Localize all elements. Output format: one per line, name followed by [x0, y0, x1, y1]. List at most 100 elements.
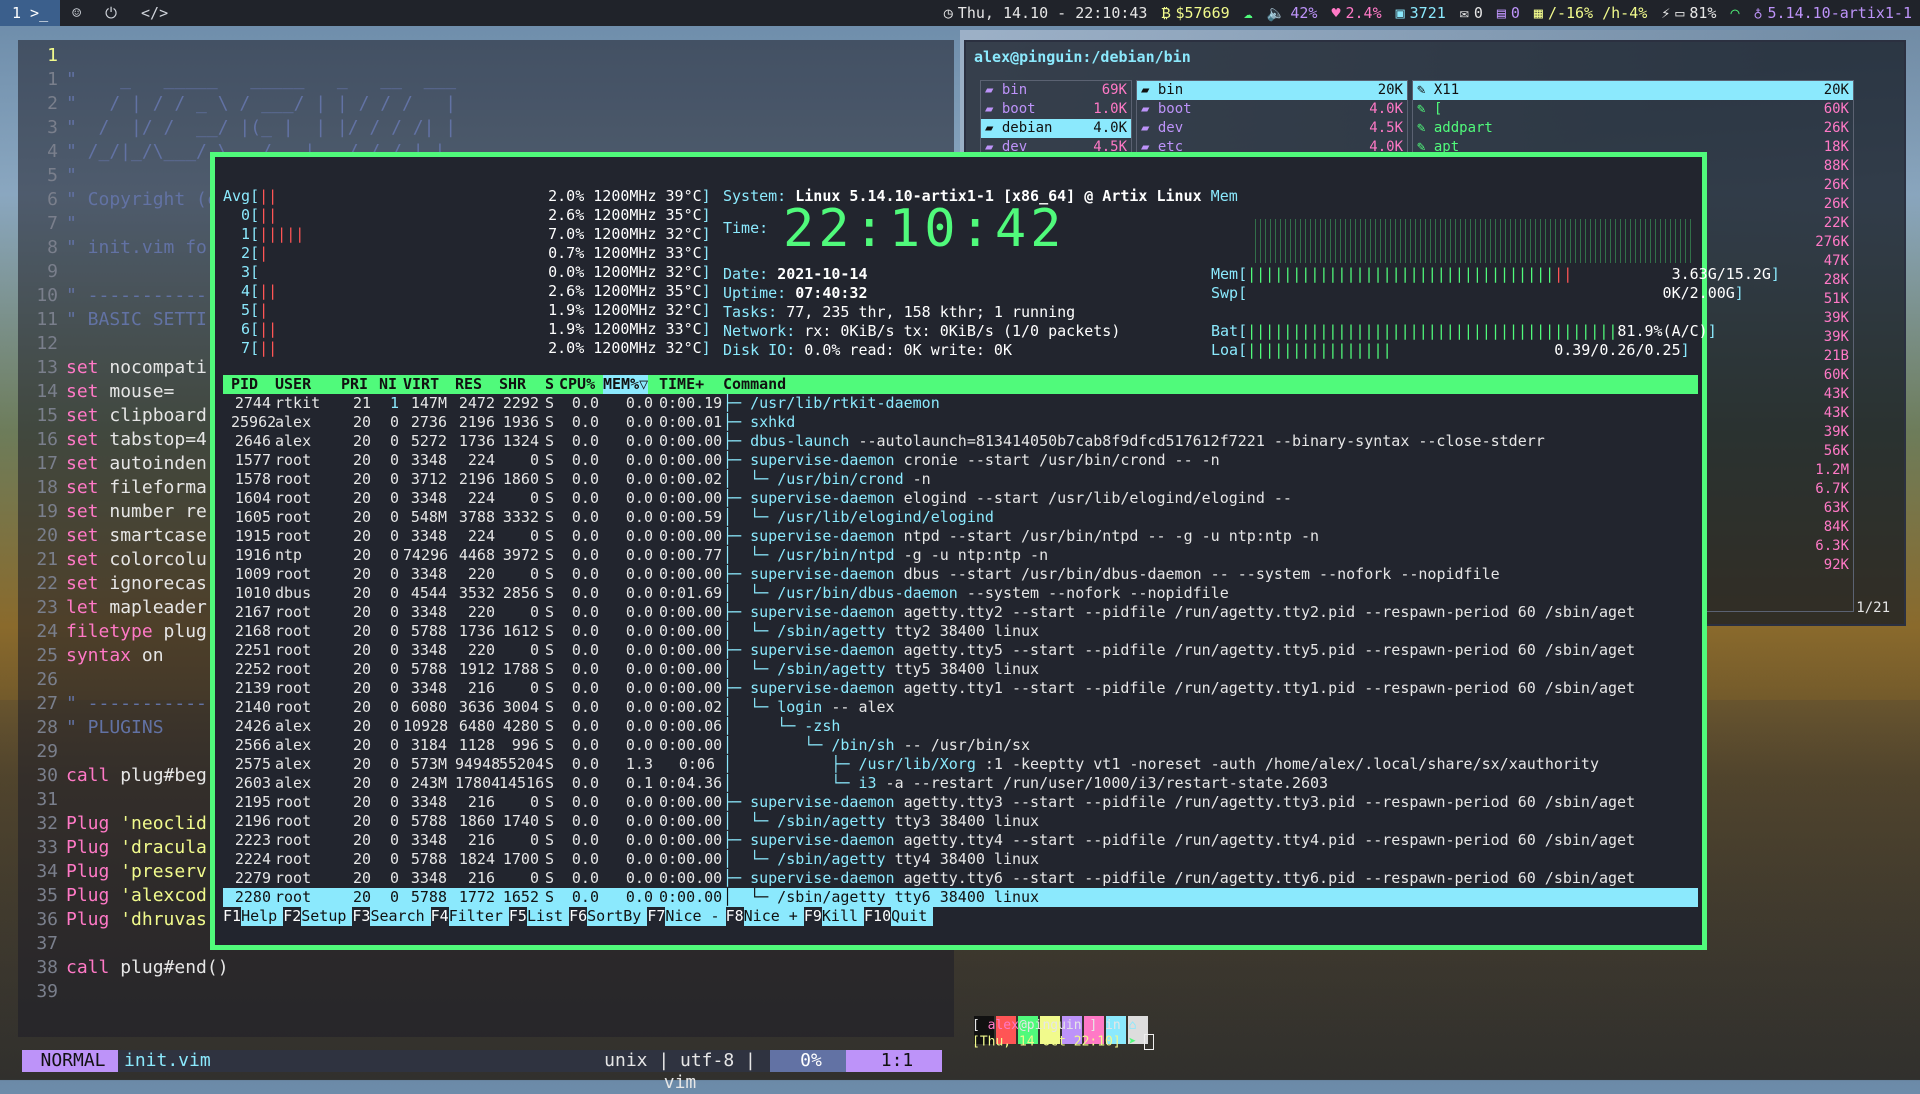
- column-header[interactable]: PID: [231, 375, 258, 394]
- fkey-f4[interactable]: F4: [430, 907, 449, 926]
- process-row[interactable]: 1915 root 20 0 3348 224 0 S 0.0 0.0 0:00.00 ├─ supe…: [223, 527, 1698, 546]
- fm-item[interactable]: ▰ boot 4.0K: [1137, 100, 1407, 119]
- process-row[interactable]: 2575 alex 20 0 573M 94948 55204 S 0.0 1.3 0:06 │ ├─…: [223, 755, 1698, 774]
- prompt-user: alex: [987, 1018, 1019, 1033]
- tree-branch: ├─: [723, 679, 751, 697]
- fkey-f1[interactable]: F1: [223, 907, 242, 926]
- column-header[interactable]: CPU%: [559, 375, 595, 394]
- fkey-f10[interactable]: F10: [864, 907, 892, 926]
- process-row[interactable]: 2426 alex 20 0 10928 6480 4280 S 0.0 0.0 0:00.06 │ …: [223, 717, 1698, 736]
- fm-item[interactable]: ▰ dev 4.5K: [1137, 119, 1407, 138]
- process-row[interactable]: 1009 root 20 0 3348 220 0 S 0.0 0.0 0:00.00 ├─ supe…: [223, 565, 1698, 584]
- fm-item-label: boot: [1001, 101, 1036, 117]
- column-header[interactable]: RES: [455, 375, 482, 394]
- process-row[interactable]: 1916 ntp 20 0 74296 4468 3972 S 0.0 0.0 0:00.77 │ └…: [223, 546, 1698, 565]
- cpu-bar: ||: [259, 339, 278, 357]
- process-cell: S: [545, 394, 555, 412]
- process-cell: 2472: [458, 394, 495, 412]
- fkey-f7[interactable]: F7: [647, 907, 666, 926]
- fkey-label[interactable]: Setup: [301, 907, 353, 926]
- process-cell: 2224: [234, 850, 271, 868]
- fm-item[interactable]: ▰ bin 20K: [1137, 81, 1407, 100]
- column-header[interactable]: USER: [275, 375, 311, 394]
- process-cell: 0.0: [571, 413, 599, 431]
- fm-item[interactable]: ▰ debian 4.0K: [981, 119, 1131, 138]
- htop-window[interactable]: Avg[|| 2.0% 1200MHz 39°C] 0[|| 2.6% 1200…: [210, 152, 1780, 950]
- column-header[interactable]: MEM%▽: [603, 375, 649, 394]
- process-cell: 0:00.00: [659, 451, 723, 469]
- process-cell: 147M: [410, 394, 447, 412]
- column-header[interactable]: NI: [379, 375, 397, 394]
- fm-item[interactable]: ✎ [60K: [1413, 100, 1853, 119]
- cpu-label: 6[: [223, 320, 260, 338]
- process-row[interactable]: 2223 root 20 0 3348 216 0 S 0.0 0.0 0:00.00 ├─ supe…: [223, 831, 1698, 850]
- workspace-4[interactable]: </>: [129, 0, 180, 26]
- process-row[interactable]: 2196 root 20 0 5788 1860 1740 S 0.0 0.0 0:00.00 │ └…: [223, 812, 1698, 831]
- column-header[interactable]: SHR: [499, 375, 526, 394]
- fkey-f6[interactable]: F6: [569, 907, 588, 926]
- process-row[interactable]: 2224 root 20 0 5788 1824 1700 S 0.0 0.0 0:00.00 │ └…: [223, 850, 1698, 869]
- process-cell: 20: [352, 546, 371, 564]
- shell-prompt-line2[interactable]: [Thu, 14 Oct 22:10] ➤: [972, 1034, 1155, 1050]
- process-row[interactable]: 2139 root 20 0 3348 216 0 S 0.0 0.0 0:00.00 ├─ supe…: [223, 679, 1698, 698]
- line-rest: plug#beg: [109, 765, 207, 786]
- cpu-stat: 0.7% 1200MHz 33°C: [548, 244, 702, 262]
- column-header[interactable]: S: [545, 375, 554, 394]
- fkey-f9[interactable]: F9: [803, 907, 822, 926]
- process-row[interactable]: 2168 root 20 0 5788 1736 1612 S 0.0 0.0 0:00.00 │ └…: [223, 622, 1698, 641]
- process-row[interactable]: 2140 root 20 0 6080 3636 3004 S 0.0 0.0 0:00.02 │ └…: [223, 698, 1698, 717]
- workspace-1[interactable]: 1 >_: [0, 0, 61, 26]
- fm-item[interactable]: ✎ addpart 26K: [1413, 119, 1853, 138]
- process-row[interactable]: 2195 root 20 0 3348 216 0 S 0.0 0.0 0:00.00 ├─ supe…: [223, 793, 1698, 812]
- process-cell: S: [545, 622, 555, 640]
- process-row[interactable]: 2566 alex 20 0 3184 1128 996 S 0.0 0.0 0:00.00 │ └─…: [223, 736, 1698, 755]
- fkey-label[interactable]: Kill: [821, 907, 865, 926]
- process-cell: 0.0: [571, 641, 599, 659]
- fkey-f2[interactable]: F2: [283, 907, 302, 926]
- fkey-label[interactable]: Nice +: [743, 907, 804, 926]
- process-row[interactable]: 2279 root 20 0 3348 216 0 S 0.0 0.0 0:00.00 ├─ supe…: [223, 869, 1698, 888]
- fkey-f8[interactable]: F8: [725, 907, 744, 926]
- fkey-label[interactable]: List: [526, 907, 570, 926]
- process-row[interactable]: 2251 root 20 0 3348 220 0 S 0.0 0.0 0:00.00 ├─ supe…: [223, 641, 1698, 660]
- process-row[interactable]: 1577 root 20 0 3348 224 0 S 0.0 0.0 0:00.00 ├─ supe…: [223, 451, 1698, 470]
- column-header[interactable]: VIRT: [403, 375, 439, 394]
- process-cell: 0: [389, 660, 399, 678]
- fkey-label[interactable]: Filter: [448, 907, 509, 926]
- process-row[interactable]: 1010 dbus 20 0 4544 3532 2856 S 0.0 0.0 0:01.69 │ └…: [223, 584, 1698, 603]
- fm-item[interactable]: ✎ X11 20K: [1413, 81, 1853, 100]
- fkey-label[interactable]: Help: [241, 907, 284, 926]
- fm-item[interactable]: ▰ bin 69K: [981, 81, 1131, 100]
- process-row[interactable]: 2603 alex 20 0 243M 17804 14516 S 0.0 0.1 0:04.36 │…: [223, 774, 1698, 793]
- process-row[interactable]: 1578 root 20 0 3712 2196 1860 S 0.0 0.0 0:00.02 │ └…: [223, 470, 1698, 489]
- process-row[interactable]: 2280 root 20 0 5788 1772 1652 S 0.0 0.0 0:00.00 │ └…: [223, 888, 1698, 907]
- fkey-label[interactable]: Quit: [891, 907, 934, 926]
- cpu-meter: Avg[|| 2.0% 1200MHz 39°C]: [223, 187, 711, 206]
- vim-line: 14 set mouse=: [18, 380, 174, 404]
- volume-widget[interactable]: 🔈 42%: [1267, 4, 1318, 22]
- process-table-header[interactable]: PID USER PRI NI VIRT RES SHR S CPU% MEM%▽ TIME+ Com…: [223, 375, 1698, 394]
- process-row[interactable]: 2646 alex 20 0 5272 1736 1324 S 0.0 0.0 0:00.00 ├─ …: [223, 432, 1698, 451]
- fkey-f3[interactable]: F3: [352, 907, 371, 926]
- process-cell: 0.0: [625, 508, 653, 526]
- process-row[interactable]: 1604 root 20 0 3348 224 0 S 0.0 0.0 0:00.00 ├─ supe…: [223, 489, 1698, 508]
- column-header[interactable]: PRI: [341, 375, 368, 394]
- process-row[interactable]: 25962 alex 20 0 2736 2196 1936 S 0.0 0.0 0:00.01 ├─…: [223, 413, 1698, 432]
- fkey-label[interactable]: SortBy: [587, 907, 648, 926]
- workspace-2[interactable]: ☺: [60, 0, 93, 26]
- process-list[interactable]: 2744 rtkit 21 1 147M 2472 2292 S 0.0 0.0 0:00.19 ├─…: [223, 394, 1698, 907]
- fkey-f5[interactable]: F5: [508, 907, 527, 926]
- fkey-label[interactable]: Nice -: [665, 907, 726, 926]
- process-row[interactable]: 2744 rtkit 21 1 147M 2472 2292 S 0.0 0.0 0:00.19 ├─…: [223, 394, 1698, 413]
- process-cell: 224: [467, 527, 495, 545]
- column-header[interactable]: TIME+: [659, 375, 704, 394]
- process-row[interactable]: 1605 root 20 0 548M 3788 3332 S 0.0 0.0 0:00.59 │ └…: [223, 508, 1698, 527]
- process-row[interactable]: 2167 root 20 0 3348 220 0 S 0.0 0.0 0:00.00 ├─ supe…: [223, 603, 1698, 622]
- fm-item[interactable]: ▰ boot 1.0K: [981, 100, 1131, 119]
- vim-line: 31: [18, 788, 66, 812]
- column-header[interactable]: Command: [723, 375, 786, 394]
- workspace-3[interactable]: ⏻: [93, 0, 129, 26]
- process-row[interactable]: 2252 root 20 0 5788 1912 1788 S 0.0 0.0 0:00.00 │ └…: [223, 660, 1698, 679]
- fkey-label[interactable]: Search: [370, 907, 431, 926]
- line-text: " PLUGINS: [66, 717, 164, 738]
